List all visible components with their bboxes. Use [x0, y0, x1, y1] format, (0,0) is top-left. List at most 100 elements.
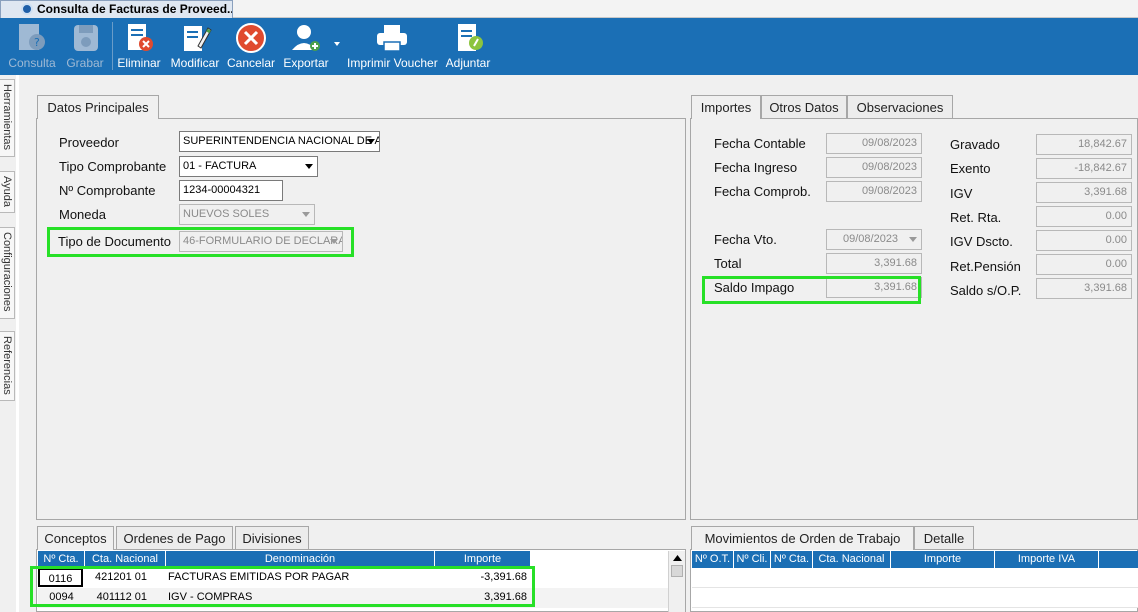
side-panel: Herramientas Ayuda Configuraciones Refer… — [0, 75, 16, 612]
tab-ordenes-de-pago[interactable]: Ordenes de Pago — [116, 526, 233, 549]
cancel-icon — [236, 23, 266, 53]
adjuntar-button[interactable]: Adjuntar — [443, 18, 493, 75]
chevron-down-icon — [326, 232, 342, 251]
save-icon — [74, 25, 98, 51]
column-header-denominacion[interactable]: Denominación — [166, 551, 435, 568]
fecha-comprob-label: Fecha Comprob. — [714, 184, 811, 199]
eliminar-button[interactable]: Eliminar — [116, 18, 162, 75]
gravado-field[interactable]: 18,842.67 — [1036, 134, 1132, 155]
ret-rta-label: Ret. Rta. — [950, 210, 1002, 225]
consulta-button[interactable]: ? Consulta — [6, 18, 58, 75]
fecha-comprob-field[interactable]: 09/08/2023 — [826, 181, 922, 202]
proveedor-label: Proveedor — [59, 135, 119, 150]
side-tab-herramientas[interactable]: Herramientas — [0, 79, 15, 157]
document-tab[interactable]: Consulta de Facturas de Proveed... — [0, 0, 233, 18]
toolbar-separator — [112, 22, 113, 70]
cell-importe: -3,391.68 — [480, 571, 527, 583]
cell-nro-cta[interactable]: 0116 — [38, 568, 83, 587]
table-row[interactable]: 0094 401112 01 IGV - COMPRAS 3,391.68 — [38, 588, 668, 608]
imprimir-voucher-button[interactable]: Imprimir Voucher — [347, 18, 438, 75]
cell-denominacion: FACTURAS EMITIDAS POR PAGAR — [168, 571, 350, 583]
tipo-documento-label: Tipo de Documento — [58, 234, 171, 249]
exportar-dropdown[interactable] — [332, 18, 342, 75]
datos-principales-panel — [36, 118, 686, 520]
column-header-nro-cta[interactable]: Nº Cta. — [771, 551, 813, 568]
exento-label: Exento — [950, 161, 991, 176]
igv-label: IGV — [950, 186, 973, 201]
ret-pension-field[interactable]: 0.00 — [1036, 254, 1132, 275]
exento-field[interactable]: -18,842.67 — [1036, 158, 1132, 179]
column-header-importe[interactable]: Importe — [435, 551, 531, 568]
conceptos-scrollbar[interactable] — [668, 551, 685, 612]
nro-comprobante-input[interactable]: 1234-00004321 — [179, 180, 283, 201]
column-header-extra — [1099, 551, 1138, 568]
saldo-op-label: Saldo s/O.P. — [950, 283, 1022, 298]
chevron-down-icon — [301, 157, 317, 176]
tab-movimientos-orden-trabajo[interactable]: Movimientos de Orden de Trabajo — [691, 526, 914, 550]
tab-datos-principales[interactable]: Datos Principales — [37, 95, 159, 119]
column-header-nro-ot[interactable]: Nº O.T. — [692, 551, 734, 568]
tab-otros-datos[interactable]: Otros Datos — [761, 95, 847, 118]
tipo-comprobante-label: Tipo Comprobante — [59, 159, 167, 174]
cell-cta-nacional: 421201 01 — [95, 571, 147, 583]
column-header-cta-nacional[interactable]: Cta. Nacional — [813, 551, 891, 568]
column-header-nro-cli[interactable]: Nº Cli. — [734, 551, 771, 568]
edit-document-icon — [184, 26, 212, 51]
moneda-label: Moneda — [59, 207, 106, 222]
moneda-select[interactable]: NUEVOS SOLES — [179, 204, 315, 225]
fecha-vto-label: Fecha Vto. — [714, 232, 777, 247]
proveedor-select[interactable]: SUPERINTENDENCIA NACIONAL DE AD — [179, 131, 380, 152]
ret-pension-label: Ret.Pensión — [950, 259, 1021, 274]
document-tab-title: Consulta de Facturas de Proveed... — [37, 2, 233, 16]
table-row[interactable]: 0116 421201 01 FACTURAS EMITIDAS POR PAG… — [38, 568, 668, 588]
attach-document-icon — [458, 24, 483, 51]
chevron-down-icon — [298, 205, 314, 224]
printer-icon — [377, 25, 407, 52]
chevron-down-icon — [334, 42, 340, 46]
side-tab-referencias[interactable]: Referencias — [0, 331, 15, 401]
gravado-label: Gravado — [950, 137, 1000, 152]
ret-rta-field[interactable]: 0.00 — [1036, 206, 1132, 227]
ribbon-toolbar: ? Consulta Grabar Eliminar Modificar Can… — [0, 18, 1138, 75]
saldo-op-field[interactable]: 3,391.68 — [1036, 278, 1132, 299]
chevron-down-icon — [363, 132, 379, 151]
consulta-icon: ? — [19, 24, 45, 50]
side-tab-ayuda[interactable]: Ayuda — [0, 171, 15, 213]
igv-field[interactable]: 3,391.68 — [1036, 182, 1132, 203]
tab-conceptos[interactable]: Conceptos — [37, 526, 114, 550]
scroll-up-icon[interactable] — [673, 555, 682, 561]
svg-text:?: ? — [34, 36, 40, 49]
fecha-contable-field[interactable]: 09/08/2023 — [826, 133, 922, 154]
tab-importes[interactable]: Importes — [691, 95, 761, 119]
cancelar-button[interactable]: Cancelar — [226, 18, 276, 75]
fecha-vto-select[interactable]: 09/08/2023 — [826, 229, 922, 250]
delete-document-icon — [128, 24, 153, 51]
modificar-button[interactable]: Modificar — [168, 18, 222, 75]
empty-row — [692, 588, 1138, 608]
column-header-cta-nacional[interactable]: Cta. Nacional — [85, 551, 166, 568]
cell-nro-cta[interactable]: 0094 — [38, 588, 85, 607]
fecha-ingreso-field[interactable]: 09/08/2023 — [826, 157, 922, 178]
column-header-nro-cta[interactable]: Nº Cta. — [38, 551, 85, 568]
column-header-importe-iva[interactable]: Importe IVA — [995, 551, 1099, 568]
side-tab-configuraciones[interactable]: Configuraciones — [0, 227, 15, 319]
cell-importe: 3,391.68 — [484, 591, 527, 603]
igv-dscto-field[interactable]: 0.00 — [1036, 230, 1132, 251]
saldo-impago-field[interactable]: 3,391.68 — [826, 277, 922, 298]
empty-row — [692, 568, 1138, 588]
tipo-comprobante-select[interactable]: 01 - FACTURA — [179, 156, 318, 177]
igv-dscto-label: IGV Dscto. — [950, 234, 1013, 249]
total-label: Total — [714, 256, 742, 271]
exportar-button[interactable]: Exportar — [280, 18, 332, 75]
grabar-button[interactable]: Grabar — [62, 18, 108, 75]
tab-detalle[interactable]: Detalle — [914, 526, 974, 549]
tab-divisiones[interactable]: Divisiones — [235, 526, 309, 549]
column-header-importe[interactable]: Importe — [891, 551, 995, 568]
saldo-impago-label: Saldo Impago — [714, 280, 795, 295]
scroll-thumb[interactable] — [671, 565, 683, 577]
total-field[interactable]: 3,391.68 — [826, 253, 922, 274]
fecha-ingreso-label: Fecha Ingreso — [714, 160, 798, 175]
tab-observaciones[interactable]: Observaciones — [847, 95, 953, 118]
cell-denominacion: IGV - COMPRAS — [168, 591, 253, 603]
tipo-documento-select[interactable]: 46-FORMULARIO DE DECLARA — [179, 231, 343, 252]
